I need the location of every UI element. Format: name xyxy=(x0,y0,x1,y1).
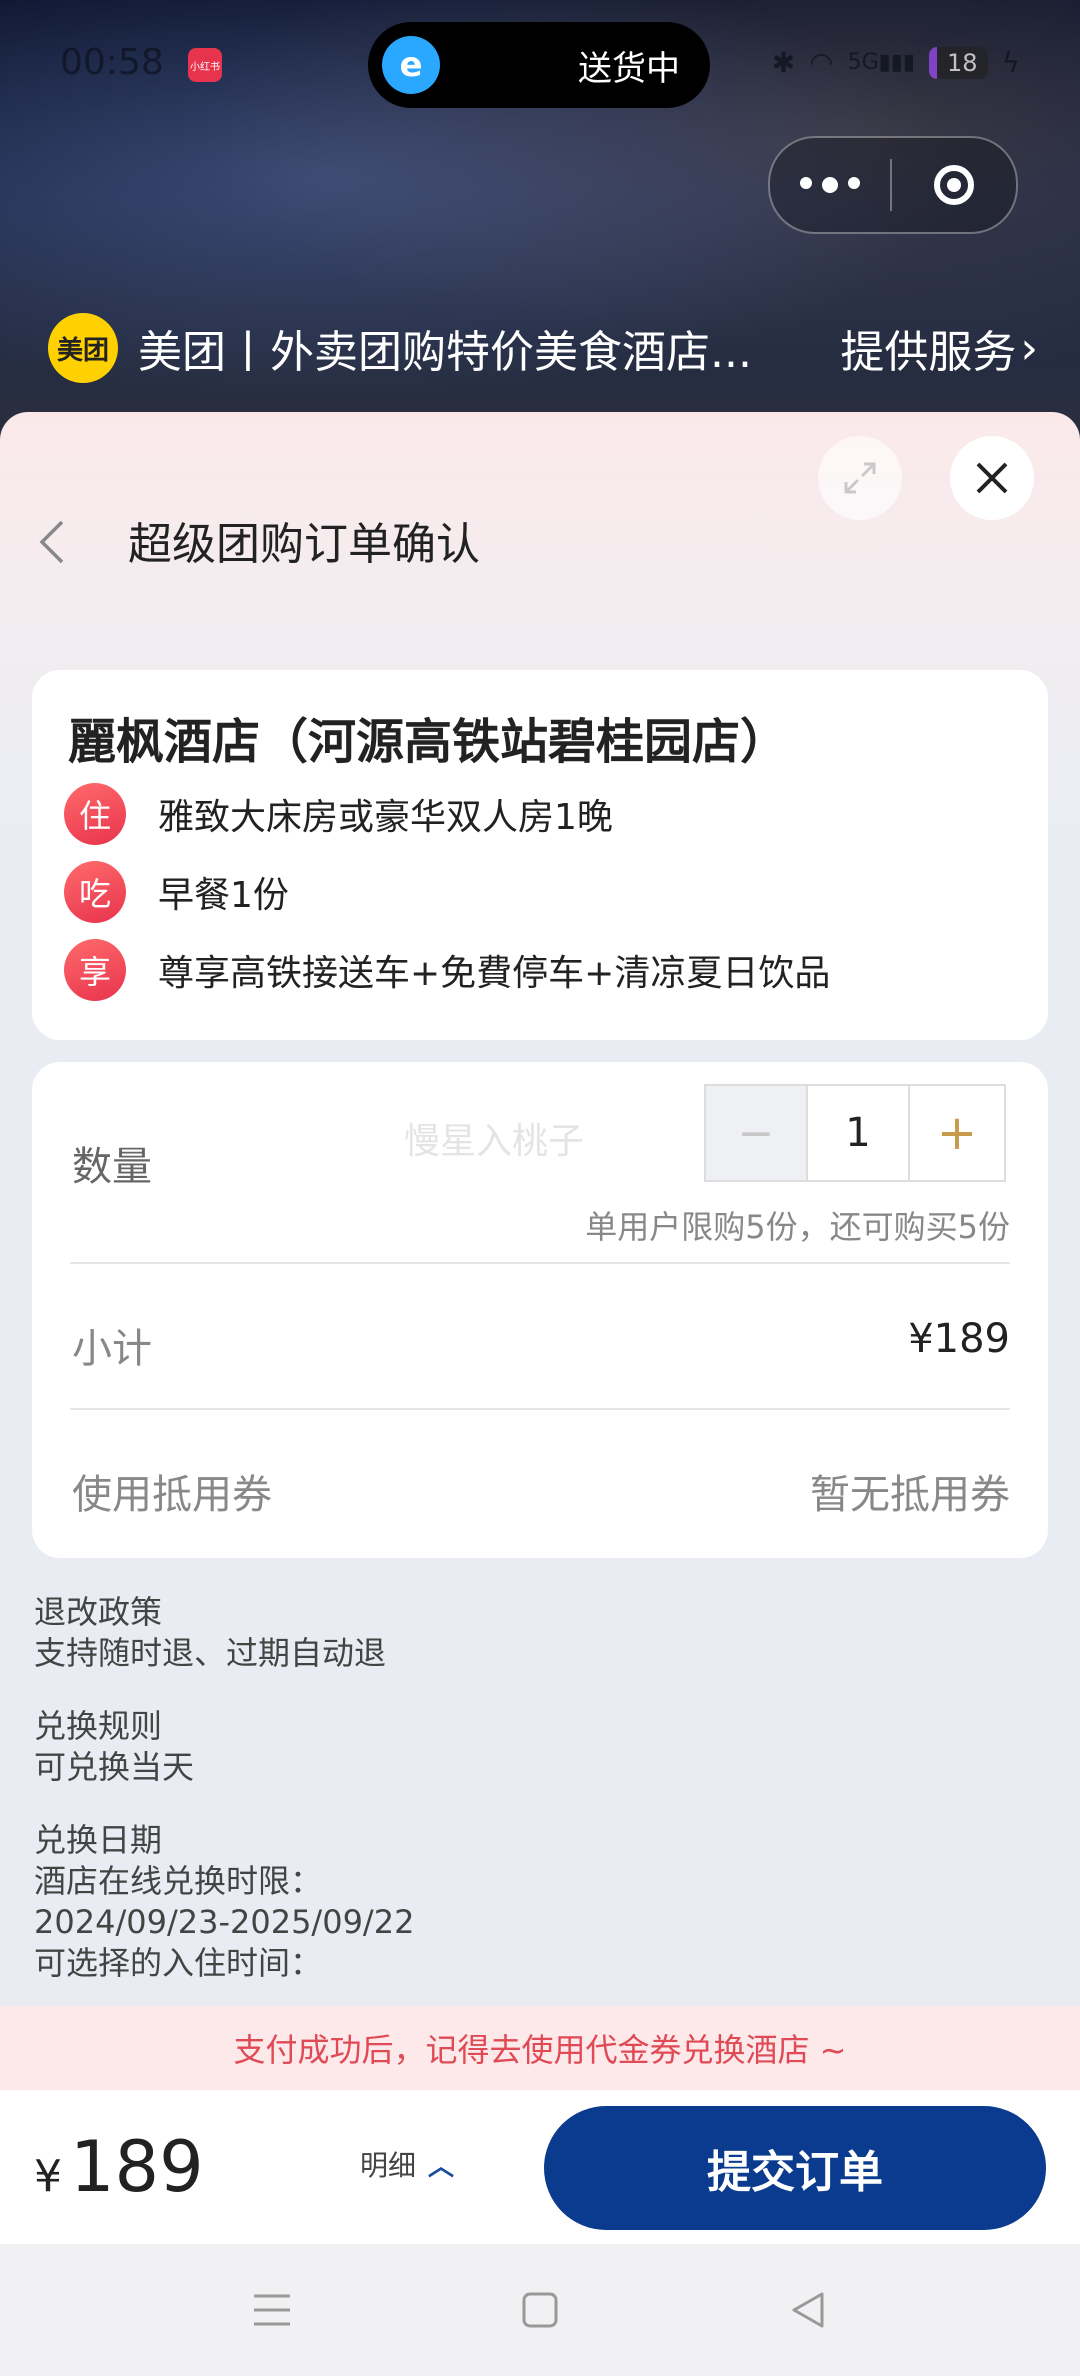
exchange-date: 兑换日期 酒店在线兑换时限： 2024/09/23-2025/09/22 可选择… xyxy=(34,1820,414,1984)
expand-icon[interactable] xyxy=(818,436,902,520)
charging-icon: ϟ xyxy=(1001,46,1020,79)
page-title: 超级团购订单确认 xyxy=(128,519,480,570)
provide-service-link[interactable]: 提供服务 › xyxy=(840,316,1038,380)
more-menu-icon[interactable] xyxy=(770,177,890,193)
increase-button[interactable]: + xyxy=(910,1086,1004,1180)
home-icon[interactable] xyxy=(510,2284,570,2336)
perk-item-eat: 吃 早餐1份 xyxy=(64,860,289,924)
bluetooth-icon: ✱ xyxy=(771,46,796,79)
refund-policy: 退改政策 支持随时退、过期自动退 xyxy=(34,1592,386,1674)
status-bar: 00:58 小红书 e 送货中 ✱ ◠ 5G▮▮▮ 18 ϟ xyxy=(0,0,1080,130)
close-icon[interactable] xyxy=(950,436,1034,520)
exit-miniprogram-icon[interactable] xyxy=(892,165,1016,205)
battery-icon: 18 xyxy=(928,46,988,79)
menu-icon[interactable] xyxy=(242,2284,302,2336)
service-name: 美团丨外卖团购特价美食酒店... xyxy=(138,327,752,378)
status-time: 00:58 xyxy=(60,42,164,83)
subtotal-label: 小计 xyxy=(72,1326,152,1372)
eat-badge: 吃 xyxy=(64,861,126,923)
payment-reminder-banner: 支付成功后，记得去使用代金券兑换酒店 ~ xyxy=(0,2006,1080,2090)
perk-text: 雅致大床房或豪华双人房1晚 xyxy=(158,797,613,838)
quantity-value[interactable]: 1 xyxy=(808,1086,910,1180)
price-amount: 189 xyxy=(70,2126,204,2208)
purchase-limit-note: 单用户限购5份，还可购买5份 xyxy=(585,1208,1010,1246)
decrease-button[interactable]: − xyxy=(706,1086,808,1180)
wifi-icon: ◠ xyxy=(809,46,834,79)
exchange-rules: 兑换规则 可兑换当天 xyxy=(34,1706,194,1788)
perk-text: 早餐1份 xyxy=(158,875,289,916)
total-price: ¥ 189 xyxy=(34,2126,204,2208)
checkout-bar: ¥ 189 明细 ︿ 提交订单 xyxy=(0,2090,1080,2244)
chevron-right-icon: › xyxy=(1020,322,1038,374)
coupon-value[interactable]: 暂无抵用券 xyxy=(810,1462,1010,1520)
currency-symbol: ¥ xyxy=(34,2151,62,2202)
miniprogram-capsule xyxy=(768,136,1018,234)
watermark: 慢星入桃子 xyxy=(404,1121,585,1162)
system-nav-bar xyxy=(0,2244,1080,2376)
perk-item-enjoy: 享 尊享高铁接送车+免費停车+清凉夏日饮品 xyxy=(64,938,830,1002)
coupon-label[interactable]: 使用抵用券 xyxy=(72,1462,272,1520)
exchange-date-range: 2024/09/23-2025/09/22 xyxy=(34,1903,415,1941)
enjoy-badge: 享 xyxy=(64,939,126,1001)
delivery-status-pill[interactable]: e 送货中 xyxy=(368,22,710,108)
exchange-date-line3: 可选择的入住时间： xyxy=(34,1944,323,1982)
hotel-name: 麗枫酒店（河源高铁站碧桂园店） xyxy=(68,714,789,770)
divider xyxy=(70,1408,1010,1410)
chevron-up-icon: ︿ xyxy=(428,2151,455,2182)
order-sheet: 超级团购订单确认 麗枫酒店（河源高铁站碧桂园店） 住 雅致大床房或豪华双人房1晚… xyxy=(0,412,1080,2244)
status-icons: ✱ ◠ 5G▮▮▮ 18 ϟ xyxy=(772,46,1020,79)
exchange-date-line1: 酒店在线兑换时限： xyxy=(34,1862,323,1900)
divider xyxy=(70,1262,1010,1264)
price-detail-label: 明细 xyxy=(360,2149,417,2182)
back-icon[interactable] xyxy=(30,512,74,572)
delivery-status-text: 送货中 xyxy=(578,48,680,89)
exchange-date-title: 兑换日期 xyxy=(34,1821,163,1859)
back-nav-icon[interactable] xyxy=(778,2284,838,2336)
perk-item-stay: 住 雅致大床房或豪华双人房1晚 xyxy=(64,782,613,846)
eleme-icon: e xyxy=(382,36,440,94)
order-card: 数量 慢星入桃子 − 1 + 单用户限购5份，还可购买5份 小计 ¥189 使用… xyxy=(32,1062,1048,1558)
provide-service-label: 提供服务 xyxy=(840,327,1017,378)
quantity-stepper: − 1 + xyxy=(704,1084,1006,1182)
signal-icon: 5G▮▮▮ xyxy=(847,50,915,75)
exchange-rules-title: 兑换规则 xyxy=(34,1707,163,1745)
quantity-label: 数量 xyxy=(72,1144,152,1190)
stay-badge: 住 xyxy=(64,783,126,845)
subtotal-value: ¥189 xyxy=(908,1316,1010,1362)
hotel-card: 麗枫酒店（河源高铁站碧桂园店） 住 雅致大床房或豪华双人房1晚 吃 早餐1份 享… xyxy=(32,670,1048,1040)
perk-text: 尊享高铁接送车+免費停车+清凉夏日饮品 xyxy=(158,953,831,994)
refund-policy-title: 退改政策 xyxy=(34,1593,163,1631)
submit-order-button[interactable]: 提交订单 xyxy=(544,2106,1046,2230)
service-provider-row[interactable]: 美团 美团丨外卖团购特价美食酒店... 提供服务 › xyxy=(48,310,1038,386)
refund-policy-text: 支持随时退、过期自动退 xyxy=(34,1634,387,1672)
meituan-logo: 美团 xyxy=(48,313,118,383)
exchange-rules-text: 可兑换当天 xyxy=(34,1748,195,1786)
xiaohongshu-app-icon: 小红书 xyxy=(188,48,222,82)
price-detail-toggle[interactable]: 明细 ︿ xyxy=(360,2144,454,2184)
